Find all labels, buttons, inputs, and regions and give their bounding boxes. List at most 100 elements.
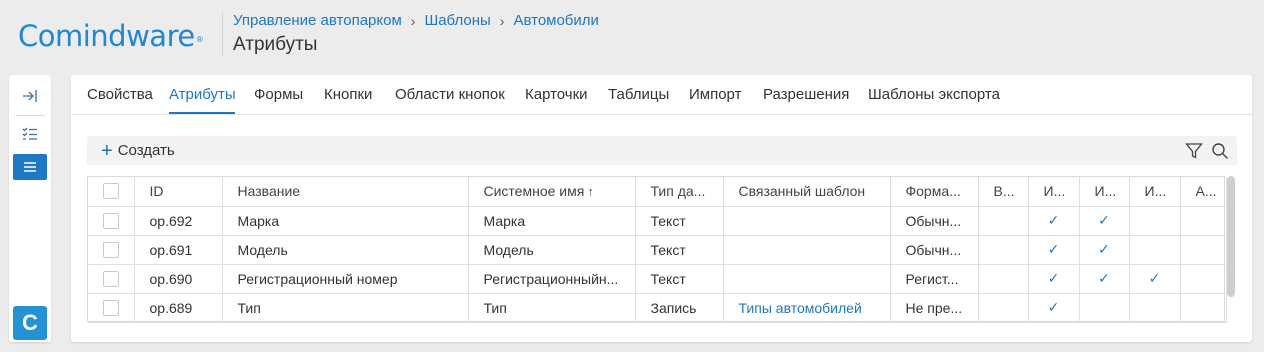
app-header: Comindware® Управление автопарком › Шабл… [0,0,1264,68]
create-button[interactable]: + Создать [101,136,175,165]
cell-v [978,293,1029,323]
chevron-right-icon: › [499,12,505,29]
row-checkbox-cell [88,293,135,323]
row-checkbox[interactable] [102,270,119,287]
table-row[interactable]: op.692 Марка Марка Текст Обычн... ✓ ✓ [88,206,1227,236]
cell-v [978,264,1029,294]
tab-permissions[interactable]: Разрешения [763,86,849,103]
cell-linked-template [723,206,891,236]
breadcrumb-link-fleet[interactable]: Управление автопарком [233,12,402,29]
plus-icon: + [101,139,113,162]
cell-i2 [1079,293,1130,323]
cell-a [1180,235,1227,265]
select-all-checkbox[interactable] [102,183,119,200]
cell-format: Не пре... [890,293,979,323]
cell-name: Модель [222,235,469,265]
left-navigation-rail: C [9,75,51,342]
app-badge[interactable]: C [13,306,47,340]
table-row[interactable]: op.690 Регистрационный номер Регистрационн… [88,264,1227,294]
cell-i1: ✓ [1028,206,1080,236]
cell-name: Марка [222,206,469,236]
cell-i1: ✓ [1028,235,1080,265]
column-header-system-name-label: Системное имя [483,183,585,200]
tab-properties[interactable]: Свойства [87,86,153,103]
column-header-system-name[interactable]: Системное имя ↑ [468,177,636,207]
column-header-id[interactable]: ID [134,177,223,207]
cell-format: Обычн... [890,206,979,236]
column-header-name[interactable]: Название [222,177,469,207]
checklist-icon[interactable] [13,121,47,147]
column-header-i1[interactable]: И... [1028,177,1080,207]
row-checkbox[interactable] [102,241,119,258]
row-checkbox[interactable] [102,212,119,229]
cell-id: op.692 [134,206,223,236]
filter-icon[interactable] [1185,142,1203,160]
attributes-table: ID Название Системное имя ↑ Тип да... Свя… [87,176,1227,323]
page-title: Атрибуты [233,34,318,55]
cell-i2: ✓ [1079,206,1130,236]
cell-format: Обычн... [890,235,979,265]
cell-format: Регист... [890,264,979,294]
tab-attributes[interactable]: Атрибуты [169,86,236,103]
comindware-logo[interactable]: Comindware® [18,16,204,56]
cell-v [978,235,1029,265]
table-row[interactable]: op.689 Тип Тип Запись Типы автомобилей Не пре… [88,293,1227,323]
cell-i1: ✓ [1028,293,1080,323]
column-header-a[interactable]: А... [1180,177,1227,207]
tab-cards[interactable]: Карточки [525,86,588,103]
checkmark-icon: ✓ [1098,241,1110,257]
rail-divider [15,115,45,116]
linked-template-link[interactable]: Типы автомобилей [723,293,891,323]
checkmark-icon: ✓ [1047,241,1060,257]
cell-a [1180,206,1227,236]
row-checkbox-cell [88,206,135,236]
cell-system-name: Модель [468,235,636,265]
column-header-type[interactable]: Тип да... [635,177,724,207]
cell-name: Тип [222,293,469,323]
checkmark-icon: ✓ [1047,212,1060,228]
row-checkbox-cell [88,235,135,265]
cell-id: op.689 [134,293,223,323]
tab-export-templates[interactable]: Шаблоны экспорта [868,86,1000,103]
tab-import[interactable]: Импорт [689,86,741,103]
breadcrumb-link-templates[interactable]: Шаблоны [424,12,490,29]
collapse-to-right-icon[interactable] [13,83,47,109]
row-checkbox[interactable] [102,299,119,316]
table-body: op.692 Марка Марка Текст Обычн... ✓ ✓ op.691 Мод… [88,206,1227,323]
active-tab-indicator [169,112,235,114]
cell-linked-template [723,264,891,294]
checkmark-icon: ✓ [1148,270,1161,286]
column-header-v[interactable]: В... [978,177,1029,207]
cell-system-name: Тип [468,293,636,323]
cell-i3 [1129,206,1181,236]
cell-system-name: Регистрационныйн... [468,264,636,294]
table-row[interactable]: op.691 Модель Модель Текст Обычн... ✓ ✓ [88,235,1227,265]
list-icon[interactable] [13,154,47,180]
cell-i1: ✓ [1028,264,1080,294]
cell-id: op.691 [134,235,223,265]
create-button-label: Создать [117,142,175,159]
sort-ascending-icon: ↑ [587,184,594,200]
cell-i2: ✓ [1079,235,1130,265]
tab-button-areas[interactable]: Области кнопок [395,86,505,103]
cell-type: Текст [635,235,724,265]
breadcrumb: Управление автопарком › Шаблоны › Автомо… [233,12,599,29]
column-header-linked-template[interactable]: Связанный шаблон [723,177,891,207]
tab-bar: Свойства Атрибуты Формы Кнопки Области к… [71,75,1252,115]
toolbar: + Создать [87,136,1237,165]
tab-buttons[interactable]: Кнопки [324,86,372,103]
breadcrumb-link-cars[interactable]: Автомобили [513,12,598,29]
column-header-i2[interactable]: И... [1079,177,1130,207]
column-header-format[interactable]: Форма... [890,177,979,207]
select-all-checkbox-cell [88,177,135,207]
cell-i2: ✓ [1079,264,1130,294]
cell-a [1180,293,1227,323]
cell-type: Текст [635,206,724,236]
search-icon[interactable] [1211,142,1229,160]
tab-tables[interactable]: Таблицы [608,86,669,103]
row-checkbox-cell [88,264,135,294]
chevron-right-icon: › [410,12,416,29]
vertical-scrollbar[interactable] [1227,176,1235,297]
column-header-i3[interactable]: И... [1129,177,1181,207]
tab-forms[interactable]: Формы [254,86,303,103]
